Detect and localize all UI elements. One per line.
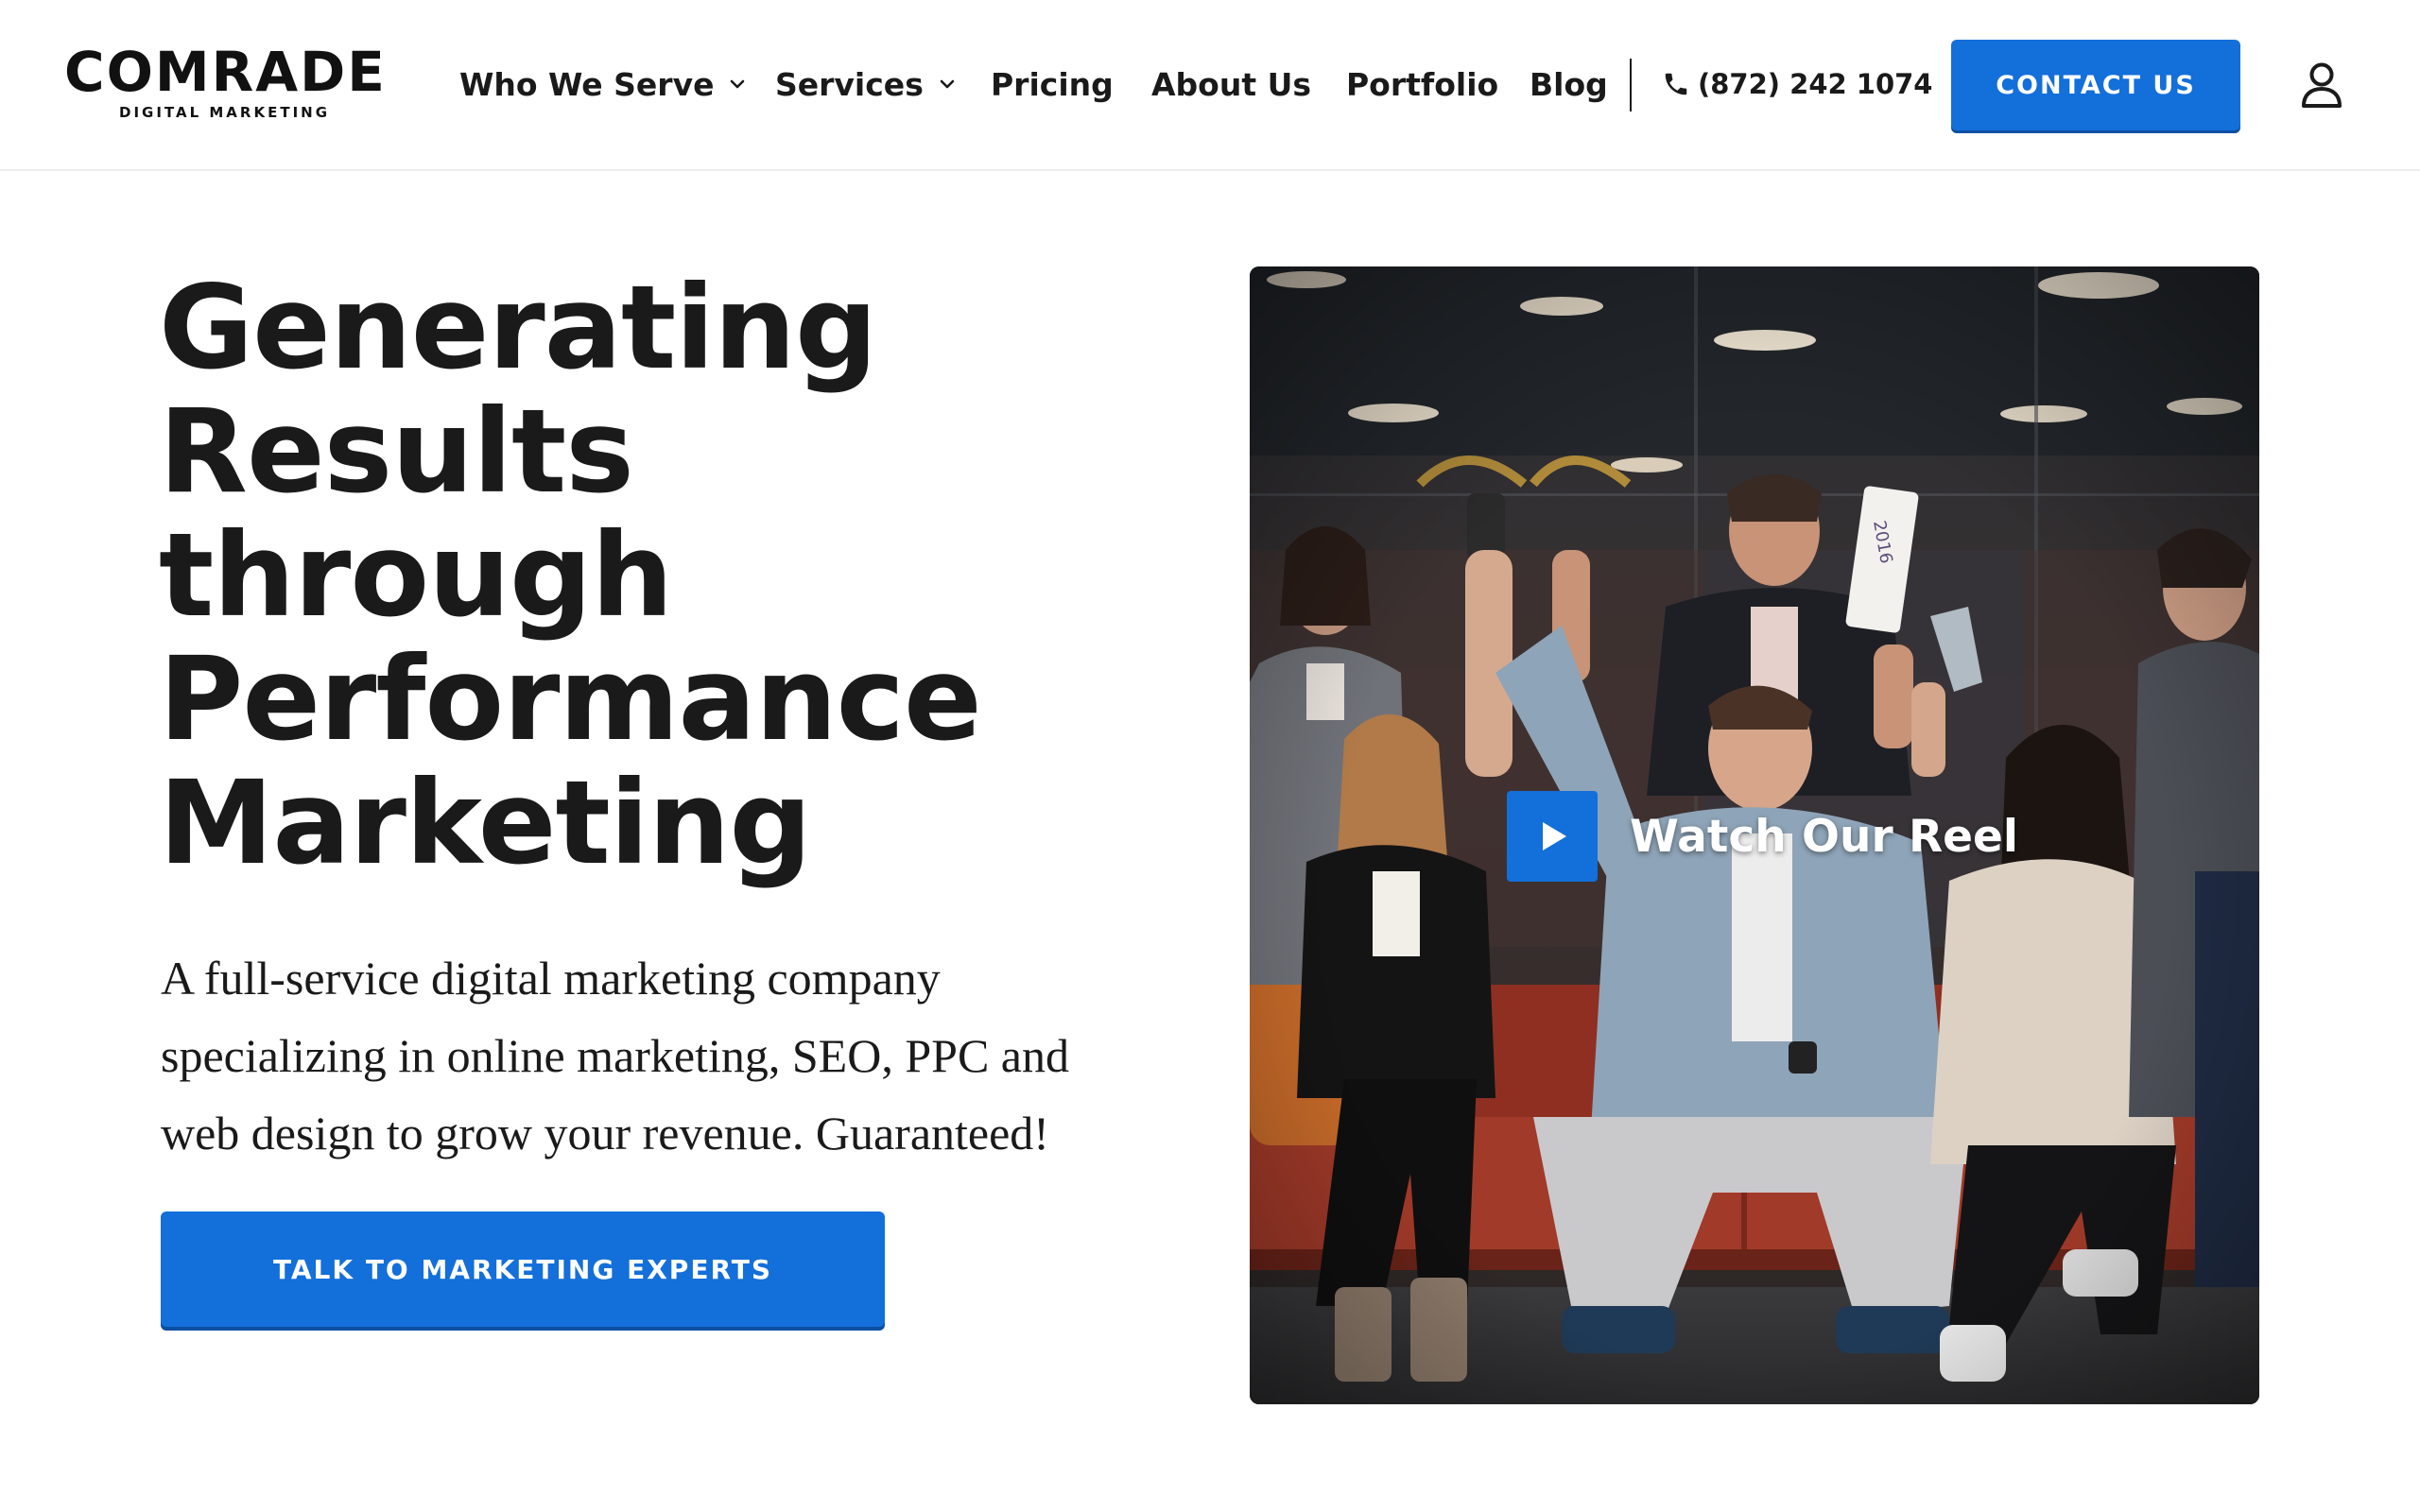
logo[interactable]: COMRADE DIGITAL MARKETING: [64, 42, 385, 127]
hero-title-line: Results: [159, 385, 634, 519]
chevron-down-icon: [727, 74, 748, 94]
nav-item-label: Services: [775, 65, 924, 103]
talk-to-experts-button[interactable]: TALK TO MARKETING EXPERTS: [161, 1211, 885, 1327]
chevron-down-icon: [937, 74, 958, 94]
nav-item-label: Pricing: [991, 65, 1114, 103]
watch-reel-control[interactable]: Watch Our Reel: [1507, 791, 2018, 882]
hero-title: Generating Results through Performance M…: [159, 266, 1104, 885]
nav-item-who-we-serve[interactable]: Who We Serve: [459, 60, 748, 108]
phone-link[interactable]: (872) 242 1074: [1662, 60, 1932, 108]
video-reel-panel[interactable]: 2016 Watch Our Re: [1250, 266, 2259, 1404]
nav-item-blog[interactable]: Blog: [1530, 60, 1608, 108]
contact-us-button[interactable]: CONTACT US: [1951, 40, 2240, 130]
nav-divider: [1630, 59, 1632, 112]
hero-description: A full-service digital marketing company…: [161, 952, 1069, 1160]
user-icon[interactable]: [2299, 60, 2344, 110]
hero-title-line: through: [159, 508, 673, 643]
phone-number: (872) 242 1074: [1698, 68, 1933, 100]
nav-item-about-us[interactable]: About Us: [1151, 60, 1311, 108]
hero-title-line: Performance: [159, 632, 982, 766]
nav-item-portfolio[interactable]: Portfolio: [1346, 60, 1498, 108]
hero-title-line: Generating: [159, 261, 877, 395]
play-button[interactable]: [1507, 791, 1598, 882]
site-header: COMRADE DIGITAL MARKETING Who We Serve S…: [0, 0, 2420, 171]
nav-item-label: Blog: [1530, 65, 1608, 103]
logo-wordmark: COMRADE: [64, 40, 387, 104]
play-icon: [1543, 822, 1566, 850]
nav-item-label: About Us: [1151, 65, 1312, 103]
nav-item-label: Portfolio: [1346, 65, 1499, 103]
hero-title-line: Marketing: [159, 756, 812, 890]
watch-reel-label[interactable]: Watch Our Reel: [1630, 811, 2018, 863]
phone-icon: [1662, 70, 1690, 98]
logo-tagline: DIGITAL MARKETING: [119, 104, 331, 121]
nav-item-pricing[interactable]: Pricing: [991, 60, 1114, 108]
nav-item-services[interactable]: Services: [775, 60, 958, 108]
nav-item-label: Who We Serve: [459, 65, 715, 103]
